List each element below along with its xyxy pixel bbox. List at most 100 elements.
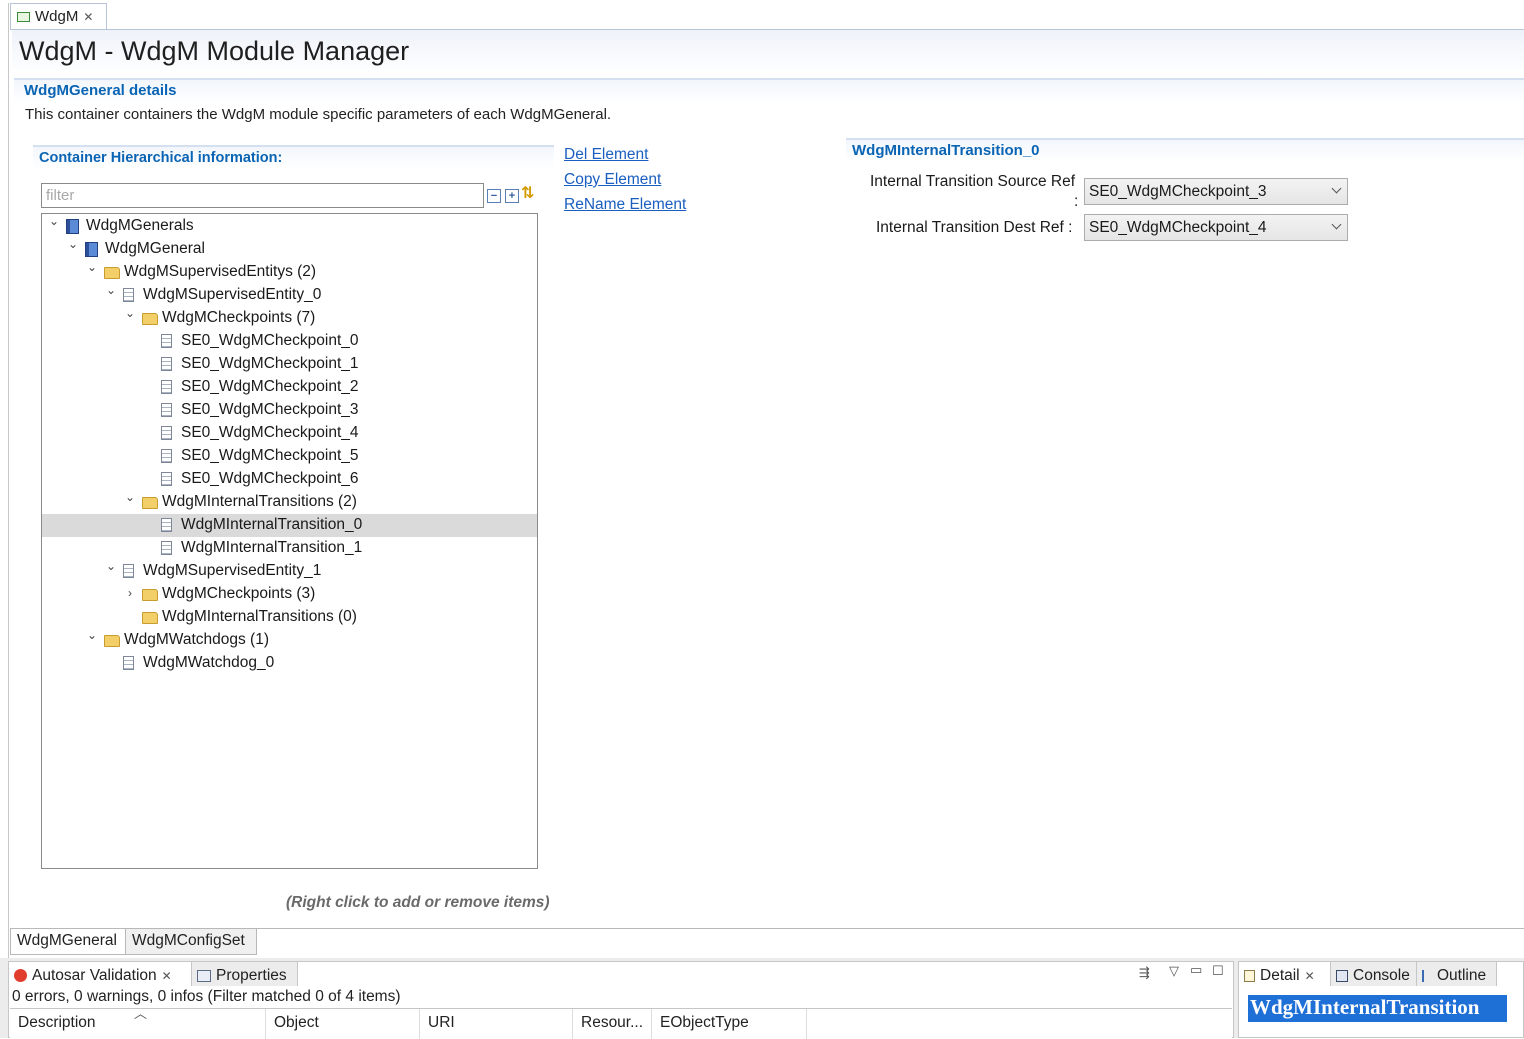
tab-detail[interactable]: Detail ✕	[1239, 962, 1331, 986]
detail-title[interactable]: WdgMInternalTransition_0	[852, 142, 1040, 159]
tree-node[interactable]: ⌄ WdgMInternalTransitions (2)	[42, 490, 537, 514]
sync-icon[interactable]: ⇅	[521, 186, 534, 202]
tree-node[interactable]: SE0_WdgMCheckpoint_4	[42, 422, 537, 445]
chevron-right-icon[interactable]: ›	[124, 586, 136, 600]
tree-node-label: WdgMGeneral	[105, 240, 205, 257]
tree-node[interactable]: WdgMInternalTransitions (0)	[42, 606, 537, 629]
expand-all-icon[interactable]: +	[505, 189, 519, 203]
folder-icon	[142, 589, 158, 601]
column-resource[interactable]: Resour...	[573, 1009, 652, 1039]
copy-element-link[interactable]: Copy Element	[564, 171, 661, 189]
tab-wdgmconfigset[interactable]: WdgMConfigSet	[125, 929, 257, 955]
chevron-down-icon[interactable]: ⌄	[86, 628, 98, 642]
chevron-down-icon[interactable]: ⌄	[124, 306, 136, 320]
column-eobjecttype[interactable]: EObjectType	[652, 1009, 807, 1039]
close-icon[interactable]: ✕	[162, 969, 172, 983]
tree-node-label: SE0_WdgMCheckpoint_6	[181, 470, 359, 487]
tree-node[interactable]: SE0_WdgMCheckpoint_5	[42, 445, 537, 468]
editor-tab-wdgm[interactable]: WdgM ✕	[10, 3, 107, 29]
tree-node[interactable]: WdgMInternalTransition_0	[42, 514, 537, 537]
tree-node[interactable]: ⌄ WdgMSupervisedEntity_0	[42, 283, 537, 307]
outline-tab-label: Outline	[1437, 966, 1487, 984]
outline-icon	[1422, 969, 1432, 982]
chevron-down-icon	[1331, 219, 1342, 230]
source-ref-colon: :	[1074, 193, 1079, 210]
hint-text: (Right click to add or remove items)	[286, 894, 550, 911]
tree-node-label: SE0_WdgMCheckpoint_2	[181, 378, 359, 395]
tree-node-label: WdgMGenerals	[86, 217, 194, 234]
detail-selected-text[interactable]: WdgMInternalTransition	[1248, 995, 1507, 1022]
source-ref-label: Internal Transition Source Ref	[870, 173, 1076, 190]
collapse-all-icon[interactable]: −	[487, 189, 501, 203]
folder-icon	[142, 497, 158, 509]
tree-node-label: WdgMInternalTransitions (0)	[162, 608, 357, 625]
tab-outline[interactable]: Outline	[1417, 962, 1497, 986]
tree-node[interactable]: WdgMInternalTransition_1	[42, 537, 537, 560]
tree-node-label: WdgMSupervisedEntitys (2)	[124, 263, 317, 280]
chevron-down-icon[interactable]: ⌄	[86, 260, 98, 274]
validation-table-header: Description ︿ Object URI Resour... EObje…	[10, 1006, 1232, 1039]
tab-wdgmgeneral[interactable]: WdgMGeneral	[10, 929, 126, 955]
view-menu-icon[interactable]: ▽	[1169, 963, 1179, 979]
module-icon	[17, 11, 30, 22]
tree-node[interactable]: ⌄ WdgMSupervisedEntitys (2)	[42, 260, 537, 284]
folder-icon	[104, 635, 120, 647]
page-tabs: WdgMGeneral WdgMConfigSet	[10, 928, 1524, 955]
tree-node[interactable]: SE0_WdgMCheckpoint_0	[42, 330, 537, 353]
chevron-down-icon[interactable]: ⌄	[105, 559, 117, 573]
chevron-down-icon[interactable]: ⌄	[67, 237, 79, 251]
window-edge	[8, 3, 9, 963]
dest-ref-label: Internal Transition Dest Ref :	[876, 219, 1073, 236]
rename-element-link[interactable]: ReName Element	[564, 196, 686, 214]
filter-input[interactable]	[41, 183, 484, 208]
source-ref-select[interactable]: SE0_WdgMCheckpoint_3	[1084, 178, 1348, 205]
tree-node[interactable]: WdgMWatchdog_0	[42, 652, 537, 675]
tree-node[interactable]: ⌄ WdgMWatchdogs (1)	[42, 628, 537, 652]
close-icon[interactable]: ✕	[1305, 969, 1315, 983]
tab-autosar-validation[interactable]: Autosar Validation ✕	[9, 962, 192, 986]
tree-node[interactable]: SE0_WdgMCheckpoint_1	[42, 353, 537, 376]
source-ref-value: SE0_WdgMCheckpoint_3	[1089, 183, 1267, 200]
detail-tab-label: Detail	[1260, 966, 1300, 984]
tree-node[interactable]: ⌄ WdgMCheckpoints (7)	[42, 306, 537, 330]
tree-node-label: WdgMInternalTransition_0	[181, 516, 363, 533]
tree-node-label: WdgMSupervisedEntity_0	[143, 286, 322, 303]
properties-icon	[197, 969, 211, 982]
tree-node-label: WdgMWatchdogs (1)	[124, 631, 269, 648]
minimize-icon[interactable]: ▭	[1190, 962, 1202, 978]
tree-node[interactable]: ⌄ WdgMSupervisedEntity_1	[42, 559, 537, 583]
chevron-down-icon[interactable]: ⌄	[105, 283, 117, 297]
column-uri[interactable]: URI	[420, 1009, 573, 1039]
del-element-link[interactable]: Del Element	[564, 146, 648, 164]
dest-ref-select[interactable]: SE0_WdgMCheckpoint_4	[1084, 214, 1348, 241]
tree-node-label: SE0_WdgMCheckpoint_1	[181, 355, 359, 372]
close-icon[interactable]: ✕	[83, 10, 93, 24]
tree-node[interactable]: SE0_WdgMCheckpoint_6	[42, 468, 537, 491]
chevron-down-icon[interactable]: ⌄	[48, 214, 60, 228]
folder-icon	[142, 313, 158, 325]
tree-node-label: WdgMSupervisedEntity_1	[143, 562, 322, 579]
validation-icon	[14, 969, 27, 982]
section-title[interactable]: WdgMGeneral details	[24, 82, 177, 99]
tree-node[interactable]: SE0_WdgMCheckpoint_2	[42, 376, 537, 399]
tree-node-label: WdgMCheckpoints (3)	[162, 585, 316, 602]
file-icon	[161, 380, 172, 394]
file-icon	[161, 541, 172, 555]
filter-tool-icon[interactable]: ⇶	[1139, 965, 1150, 981]
hierarchy-tree[interactable]: ⌄ WdgMGenerals ⌄ WdgMGeneral ⌄ WdgMSupervised…	[41, 213, 538, 869]
tree-node[interactable]: ⌄ WdgMGenerals	[42, 214, 537, 238]
tab-properties[interactable]: Properties	[192, 962, 298, 986]
tree-node[interactable]: SE0_WdgMCheckpoint_3	[42, 399, 537, 422]
column-object[interactable]: Object	[266, 1009, 420, 1039]
maximize-icon[interactable]: ☐	[1212, 963, 1224, 979]
tree-node[interactable]: › WdgMCheckpoints (3)	[42, 583, 537, 606]
tree-node[interactable]: ⌄ WdgMGeneral	[42, 237, 537, 261]
chevron-down-icon[interactable]: ⌄	[124, 490, 136, 504]
hierarchy-title: Container Hierarchical information:	[39, 150, 283, 166]
properties-tab-label: Properties	[216, 966, 287, 984]
tree-node-label: WdgMWatchdog_0	[143, 654, 275, 671]
folder-icon	[142, 612, 158, 624]
tab-console[interactable]: Console	[1331, 962, 1417, 986]
file-icon	[161, 449, 172, 463]
tree-node-label: SE0_WdgMCheckpoint_5	[181, 447, 359, 464]
